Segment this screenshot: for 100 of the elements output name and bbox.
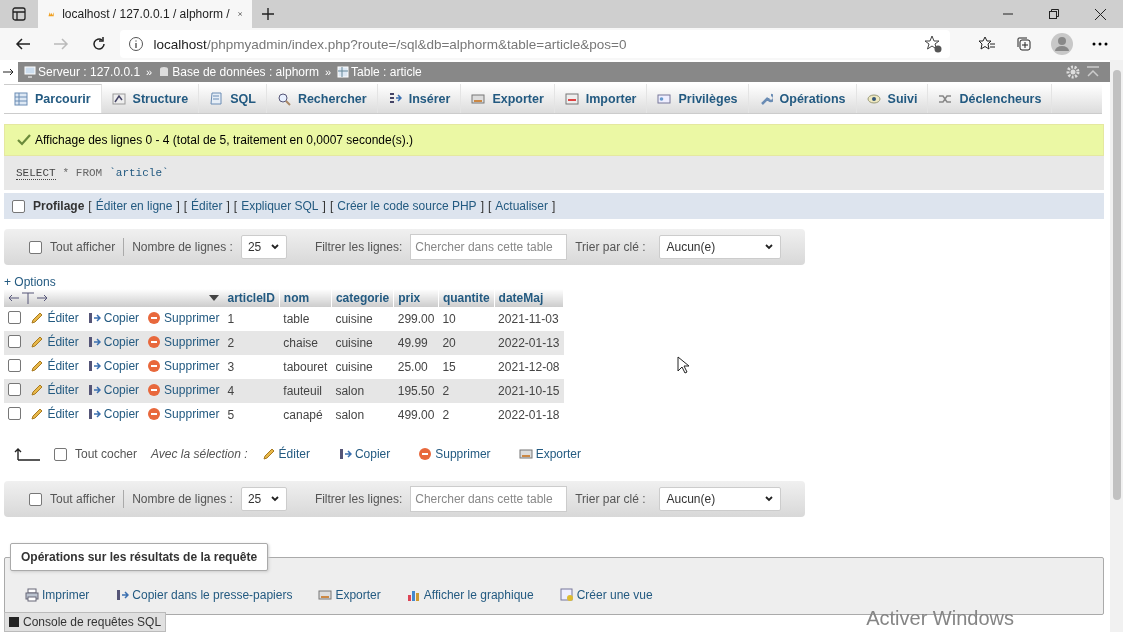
profiling-link[interactable]: Éditer en ligne	[95, 199, 173, 213]
arrow-right-icon[interactable]	[0, 62, 18, 82]
rows-select[interactable]: 25	[240, 235, 287, 259]
column-header[interactable]: nom	[279, 289, 332, 307]
row-action-link[interactable]: Supprimer	[147, 382, 220, 397]
row-action-link[interactable]: Éditer	[30, 310, 79, 325]
operation-link[interactable]: Copier dans le presse-papiers	[115, 588, 293, 602]
tab[interactable]: Suivi	[856, 84, 929, 113]
show-all-checkbox[interactable]	[29, 492, 42, 506]
filter-field[interactable]: Chercher dans cette table	[410, 234, 568, 260]
export-icon	[318, 588, 333, 602]
operation-link[interactable]: Exporter	[318, 588, 381, 602]
bulk-action-link[interactable]: Exporter	[518, 447, 581, 461]
chevron-down-icon	[269, 242, 280, 252]
profiling-link[interactable]: Expliquer SQL	[241, 199, 319, 213]
row-action-link[interactable]: Éditer	[30, 334, 79, 349]
bracket: ]	[480, 199, 484, 213]
info-icon	[127, 36, 144, 52]
profiling-link[interactable]: Éditer	[191, 199, 223, 213]
options-link[interactable]: + Options	[4, 275, 56, 289]
row-checkbox[interactable]	[8, 311, 21, 324]
row-action-link[interactable]: Éditer	[30, 382, 79, 397]
column-header[interactable]: quantite	[438, 289, 495, 307]
operation-link[interactable]: Créer une vue	[559, 588, 653, 602]
import-icon	[564, 91, 579, 106]
pencil-icon	[261, 447, 276, 461]
column-header[interactable]: categorie	[331, 289, 394, 307]
table-cell: fauteuil	[279, 379, 332, 403]
sort-select[interactable]: Aucun(e)	[659, 487, 782, 511]
table-cell: 2021-10-15	[494, 379, 564, 403]
table-cell: 3	[223, 355, 280, 379]
tab[interactable]: Exporter	[461, 84, 555, 113]
column-header[interactable]: dateMaj	[494, 289, 564, 307]
row-checkbox[interactable]	[8, 383, 21, 396]
row-action-link[interactable]: Copier	[86, 382, 140, 397]
table-cell: 1	[223, 307, 280, 331]
tab[interactable]: Déclencheurs	[928, 84, 1053, 113]
row-action-link[interactable]: Éditer	[30, 406, 79, 421]
tab[interactable]: Importer	[554, 84, 648, 113]
row-checkbox[interactable]	[8, 407, 21, 420]
tab[interactable]: Opérations	[748, 84, 857, 113]
scrollbar[interactable]	[1110, 60, 1123, 632]
table-cell: 2	[438, 379, 495, 403]
profiling-link[interactable]: Créer le code source PHP	[337, 199, 477, 213]
scroll-icon	[209, 91, 224, 106]
profiling-link[interactable]: Actualiser	[495, 199, 548, 213]
column-header[interactable]: prix	[393, 289, 439, 307]
show-all-checkbox[interactable]	[29, 240, 42, 254]
bracket: [	[329, 199, 334, 213]
filter-field[interactable]: Chercher dans cette table	[410, 486, 568, 512]
bulk-action-link[interactable]: Éditer	[261, 447, 310, 461]
monitor-icon	[24, 66, 36, 78]
tab[interactable]: Parcourir	[4, 84, 102, 113]
breadcrumb-link[interactable]: Base de données : alphorm	[172, 65, 319, 79]
row-action-link[interactable]: Supprimer	[147, 310, 220, 325]
tab[interactable]: SQL	[199, 84, 267, 113]
breadcrumb-link[interactable]: Table : article	[351, 65, 422, 79]
terminal-icon	[9, 617, 19, 627]
row-checkbox[interactable]	[8, 359, 21, 372]
sort-select[interactable]: Aucun(e)	[659, 235, 782, 259]
chevron-down-icon	[764, 242, 775, 252]
delete-icon	[418, 447, 433, 461]
check-all-checkbox[interactable]	[54, 447, 67, 461]
bulk-action-link[interactable]: Copier	[337, 447, 391, 461]
sql-token: `article`	[109, 167, 169, 179]
row-action-link[interactable]: Copier	[86, 310, 140, 325]
address-bar[interactable]: localhost/phpmyadmin/index.php?route=/sql&db=alphorm&table=article&pos=0	[119, 30, 950, 58]
bracket: ]	[226, 199, 230, 213]
row-action-link[interactable]: Éditer	[30, 358, 79, 373]
tab[interactable]: Rechercher	[266, 84, 378, 113]
table-cell: tabouret	[279, 355, 332, 379]
delete-icon	[147, 382, 162, 397]
sort-label: Trier par clé :	[575, 240, 646, 254]
browser-tab[interactable]: localhost / 127.0.0.1 / alphorm /	[38, 0, 252, 28]
filter-label: Filtrer les lignes:	[314, 240, 403, 254]
profiling-checkbox[interactable]	[12, 199, 25, 213]
copy-icon	[86, 334, 101, 349]
row-action-link[interactable]: Supprimer	[147, 334, 220, 349]
bulk-action-link[interactable]: Supprimer	[418, 447, 491, 461]
printer-icon	[25, 588, 39, 602]
tab[interactable]: Structure	[101, 84, 200, 113]
column-header[interactable]: articleID	[223, 289, 280, 307]
database-icon	[158, 66, 171, 78]
show-all-label: Tout afficher	[50, 240, 116, 254]
table-cell: 49.99	[393, 331, 439, 355]
row-action-link[interactable]: Supprimer	[147, 358, 220, 373]
tab[interactable]: Insérer	[377, 84, 462, 113]
tab[interactable]: Privilèges	[647, 84, 749, 113]
rows-select[interactable]: 25	[240, 487, 287, 511]
row-action-link[interactable]: Supprimer	[147, 406, 220, 421]
breadcrumb-link[interactable]: Serveur : 127.0.0.1	[38, 65, 141, 79]
with-selection-label: Avec la sélection :	[151, 447, 248, 461]
row-checkbox[interactable]	[8, 335, 21, 348]
operation-link[interactable]: Afficher le graphique	[406, 588, 534, 602]
row-action-link[interactable]: Copier	[86, 358, 140, 373]
operation-link[interactable]: Imprimer	[25, 588, 90, 602]
row-action-link[interactable]: Copier	[86, 406, 140, 421]
sql-console-tab[interactable]: Console de requêtes SQL	[4, 612, 167, 632]
row-action-link[interactable]: Copier	[86, 334, 140, 349]
table-cell: chaise	[279, 331, 332, 355]
